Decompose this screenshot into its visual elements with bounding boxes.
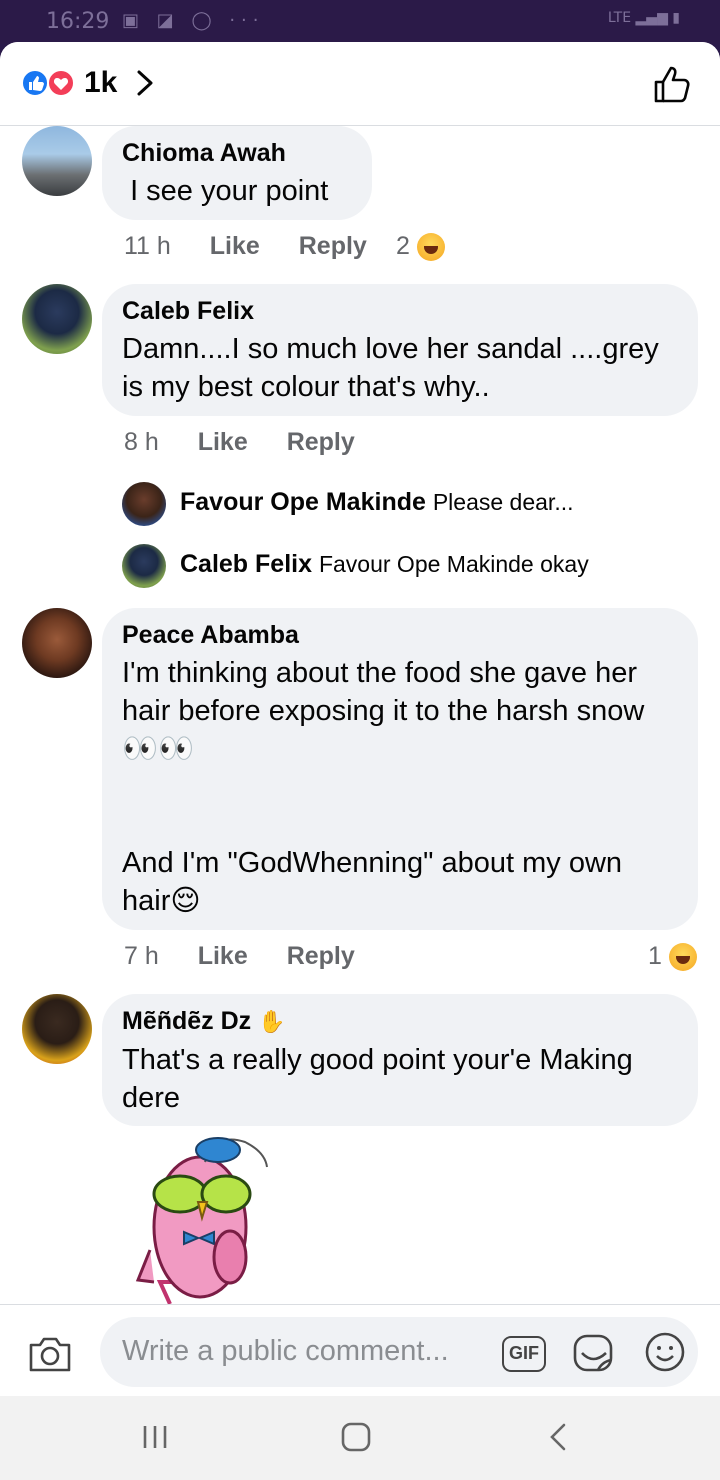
avatar[interactable] <box>22 284 92 354</box>
haha-icon <box>668 943 697 972</box>
reaction-count[interactable]: 1k <box>84 66 117 100</box>
reply-button[interactable]: Reply <box>287 942 355 971</box>
bird-sticker[interactable] <box>130 1132 280 1304</box>
network-type: LTE <box>607 10 632 26</box>
notification-icons: ▣ ◪ ◯ ··· <box>122 10 265 31</box>
chevron-right-icon[interactable] <box>134 66 156 100</box>
like-button[interactable]: Like <box>198 428 248 457</box>
emoji-icon[interactable] <box>644 1331 686 1373</box>
comment-author[interactable]: Mẽñdẽz Dz ✋ <box>122 1006 678 1037</box>
back-icon[interactable] <box>546 1422 570 1452</box>
reply-text: Please dear... <box>432 489 574 515</box>
status-time: 16:29 <box>46 9 110 34</box>
reply-author[interactable]: Favour Ope Makinde <box>180 488 426 516</box>
avatar[interactable] <box>22 994 92 1064</box>
comment-time: 7 h <box>124 942 159 970</box>
comment-reaction-count[interactable]: 2 <box>396 232 445 262</box>
camera-icon[interactable] <box>28 1333 72 1373</box>
reply-item[interactable]: Caleb Felix Favour Ope Makinde okay <box>180 550 589 579</box>
sticker-icon[interactable] <box>572 1331 616 1375</box>
comment-text: I see your point <box>122 175 329 207</box>
status-bar: 16:29 ▣ ◪ ◯ ··· LTE ▂▄▆ ▮ <box>0 0 720 44</box>
comment-time: 8 h <box>124 428 159 456</box>
reactions-header: 1k <box>0 42 720 126</box>
comment-bubble[interactable]: Chioma Awah I see your point <box>102 126 372 220</box>
comment-author-name: Mẽñdẽz Dz <box>122 1007 252 1035</box>
thumbs-up-icon[interactable] <box>654 64 692 104</box>
reply-author[interactable]: Caleb Felix <box>180 550 312 578</box>
comment-bubble[interactable]: Mẽñdẽz Dz ✋ That's a really good point y… <box>102 994 698 1126</box>
comment-time: 11 h <box>124 232 171 260</box>
comment-bubble[interactable]: Caleb Felix Damn....I so much love her s… <box>102 284 698 416</box>
gif-label: GIF <box>509 1343 539 1363</box>
recent-apps-icon[interactable] <box>140 1424 170 1450</box>
gif-button[interactable]: GIF <box>502 1336 546 1372</box>
comment-author[interactable]: Caleb Felix <box>122 296 678 326</box>
network-indicator: LTE ▂▄▆ ▮ <box>607 10 680 26</box>
avatar[interactable] <box>22 608 92 678</box>
reply-item[interactable]: Favour Ope Makinde Please dear... <box>180 488 574 517</box>
comments-sheet: 1k Chioma Awah I see your point 11 h Lik… <box>0 42 720 1396</box>
reaction-icons[interactable] <box>20 68 78 98</box>
comment-author[interactable]: Chioma Awah <box>122 138 352 168</box>
comment-text: That's a really good point your'e Making… <box>122 1044 633 1114</box>
home-icon[interactable] <box>340 1422 372 1452</box>
reply-button[interactable]: Reply <box>299 232 367 261</box>
comment-bubble[interactable]: Peace Abamba I'm thinking about the food… <box>102 608 698 930</box>
comment-placeholder: Write a public comment... <box>122 1335 449 1367</box>
reply-button[interactable]: Reply <box>287 428 355 457</box>
comment-actions: 7 h Like Reply <box>124 942 355 971</box>
comment-input[interactable]: Write a public comment... GIF <box>100 1317 698 1387</box>
reply-text: Favour Ope Makinde okay <box>318 551 589 577</box>
comment-text: I'm thinking about the food she gave her… <box>122 657 645 917</box>
haha-icon <box>416 233 445 262</box>
reaction-number: 1 <box>648 942 662 970</box>
avatar[interactable] <box>22 126 92 196</box>
like-button[interactable]: Like <box>210 232 260 261</box>
comment-actions: 11 h Like Reply <box>124 232 367 261</box>
comment-composer: Write a public comment... GIF <box>0 1304 720 1396</box>
system-navigation-bar <box>0 1396 720 1480</box>
comment-reaction-count[interactable]: 1 <box>648 942 697 972</box>
avatar[interactable] <box>122 544 166 588</box>
avatar[interactable] <box>122 482 166 526</box>
waving-hand-icon: ✋ <box>258 1009 286 1034</box>
like-button[interactable]: Like <box>198 942 248 971</box>
comment-actions: 8 h Like Reply <box>124 428 355 457</box>
reaction-number: 2 <box>396 232 410 260</box>
comment-author[interactable]: Peace Abamba <box>122 620 678 650</box>
comment-text: Damn....I so much love her sandal ....gr… <box>122 333 659 403</box>
